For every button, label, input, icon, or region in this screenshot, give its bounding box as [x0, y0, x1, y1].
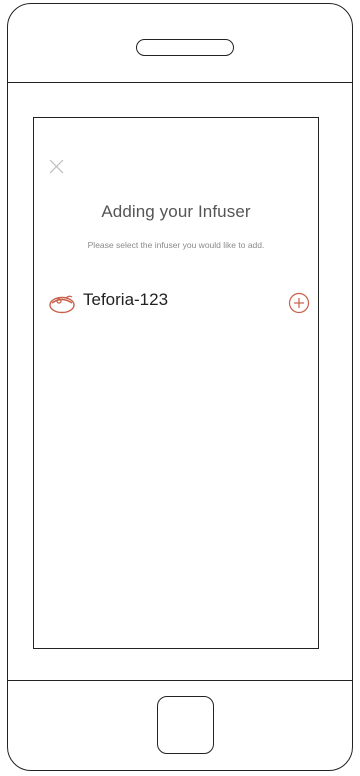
add-device-button[interactable]: [288, 292, 310, 314]
close-button[interactable]: [48, 158, 66, 176]
plus-circle-icon: [288, 292, 310, 314]
teapot-icon: [49, 295, 75, 314]
home-button[interactable]: [157, 696, 214, 754]
phone-top-divider: [8, 82, 352, 83]
phone-screen: Adding your Infuser Please select the in…: [33, 117, 319, 649]
device-list-item[interactable]: Teforia-123: [48, 288, 310, 318]
device-name: Teforia-123: [83, 290, 169, 309]
page-title: Adding your Infuser: [101, 202, 251, 221]
phone-bottom-divider: [8, 680, 352, 681]
phone-speaker: [136, 39, 234, 56]
close-icon: [49, 159, 64, 174]
page-subtitle: Please select the infuser you would like…: [87, 240, 265, 250]
